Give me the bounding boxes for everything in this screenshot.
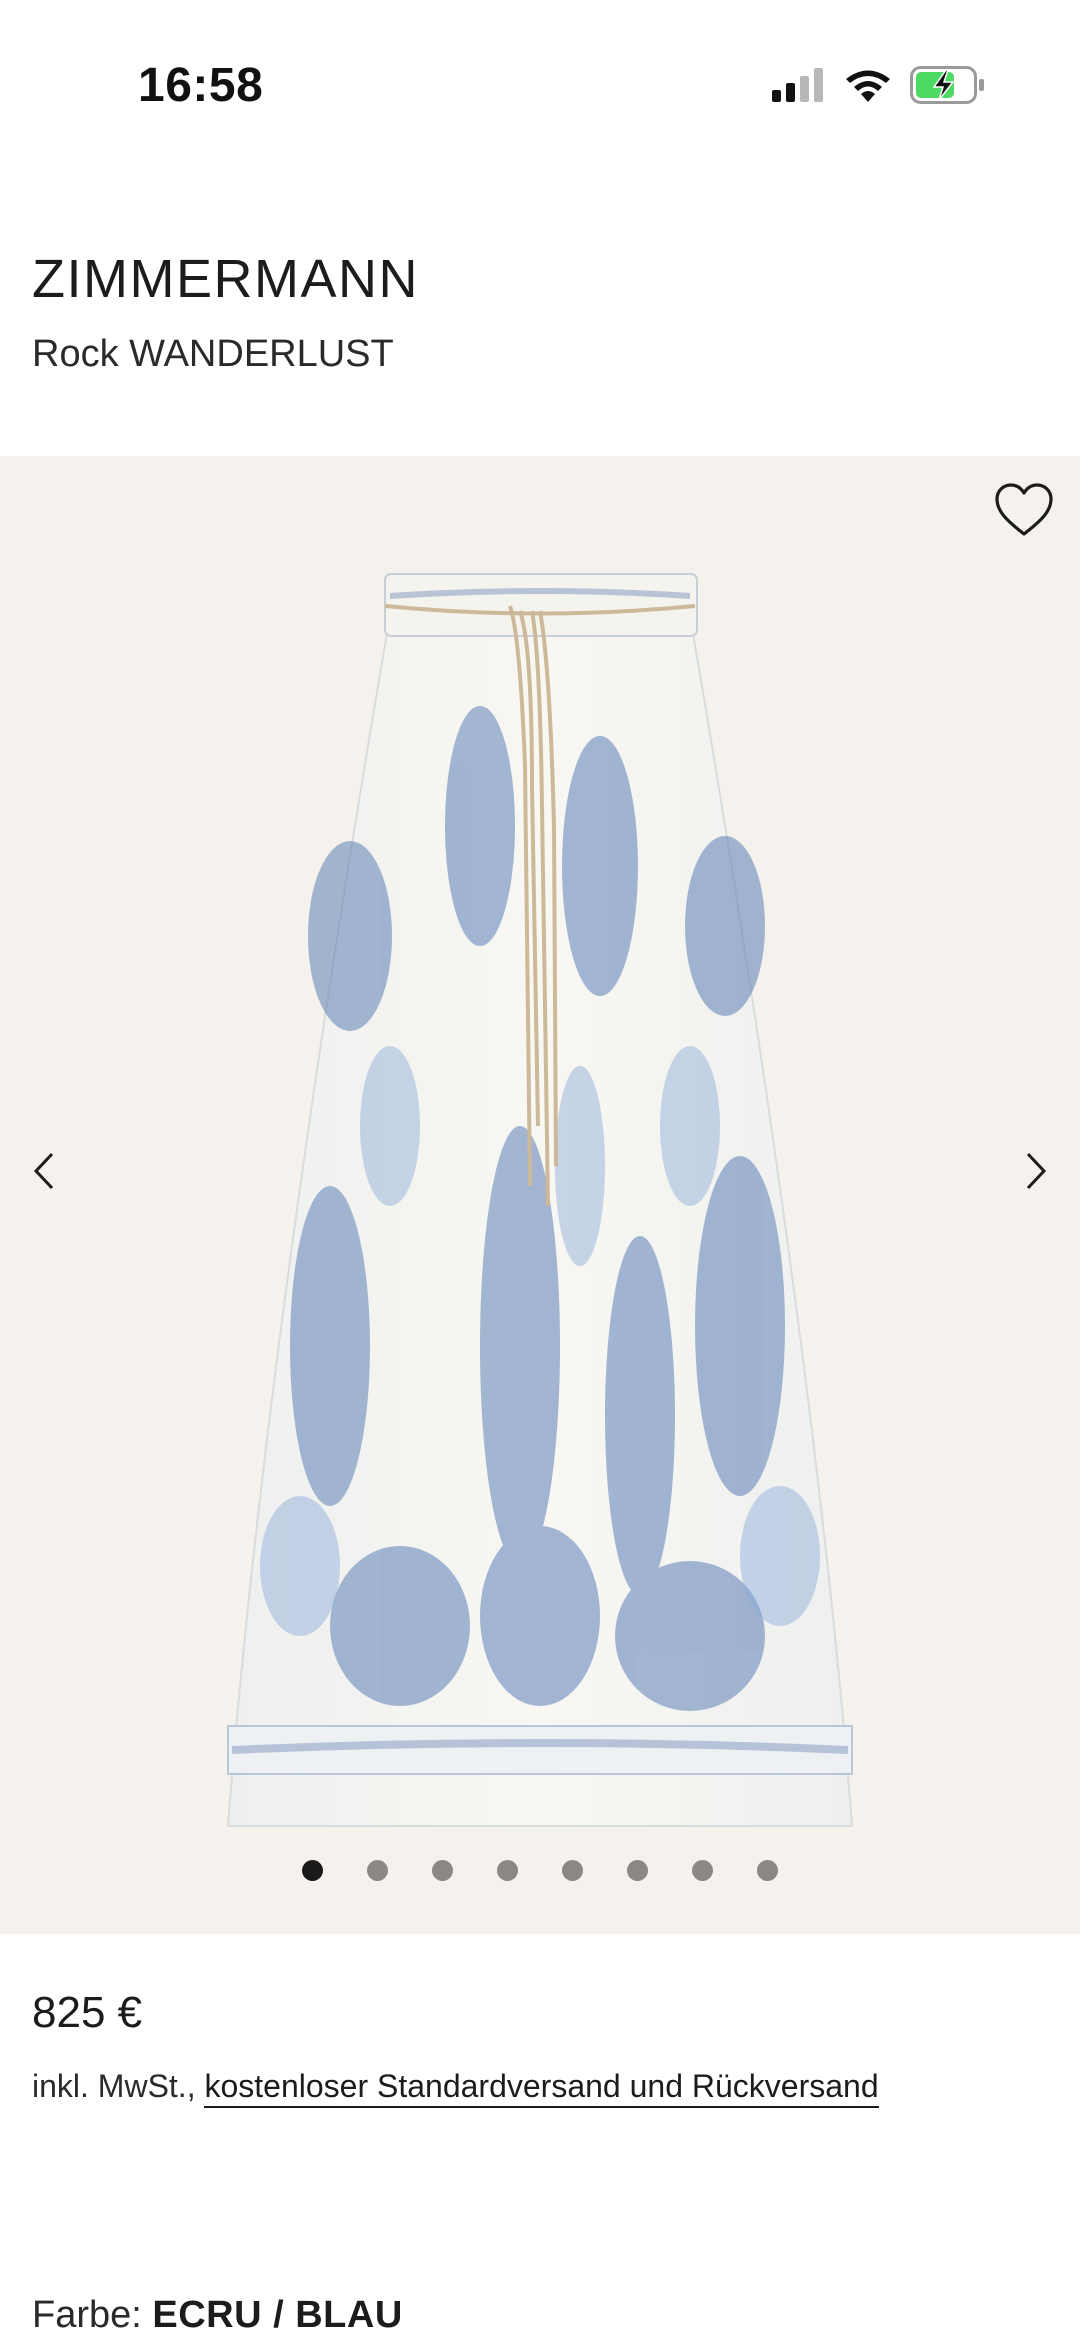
color-label: Farbe: bbox=[32, 2294, 153, 2336]
gallery-dot[interactable] bbox=[627, 1860, 648, 1881]
free-shipping-link[interactable]: kostenloser Standardversand und Rückvers… bbox=[204, 2068, 879, 2108]
gallery-dot[interactable] bbox=[432, 1860, 453, 1881]
signal-icon bbox=[772, 68, 823, 102]
product-gallery[interactable] bbox=[0, 456, 1080, 1934]
chevron-left-icon[interactable] bbox=[24, 1146, 64, 1196]
product-name: Rock WANDERLUST bbox=[32, 333, 394, 375]
color-value: ECRU / BLAU bbox=[152, 2294, 403, 2336]
shipping-info: inkl. MwSt., kostenloser Standardversand… bbox=[32, 2068, 879, 2108]
color-selector[interactable]: Farbe: ECRU / BLAU bbox=[32, 2294, 403, 2337]
brand-name[interactable]: ZIMMERMANN bbox=[32, 248, 419, 310]
wifi-icon bbox=[846, 70, 890, 102]
battery-charging-icon bbox=[910, 66, 984, 104]
gallery-dot[interactable] bbox=[757, 1860, 778, 1881]
heart-icon[interactable] bbox=[994, 482, 1054, 538]
gallery-dot[interactable] bbox=[562, 1860, 583, 1881]
gallery-dot[interactable] bbox=[302, 1860, 323, 1881]
tax-note: inkl. MwSt., bbox=[32, 2068, 205, 2104]
product-image-skirt bbox=[226, 573, 854, 1827]
chevron-right-icon[interactable] bbox=[1016, 1146, 1056, 1196]
gallery-dot[interactable] bbox=[367, 1860, 388, 1881]
status-time: 16:58 bbox=[138, 59, 264, 112]
product-price: 825 € bbox=[32, 1988, 143, 2037]
gallery-dot[interactable] bbox=[692, 1860, 713, 1881]
gallery-pagination bbox=[0, 1860, 1080, 1881]
status-icons bbox=[772, 66, 986, 104]
gallery-dot[interactable] bbox=[497, 1860, 518, 1881]
status-bar: 16:58 bbox=[0, 0, 1080, 170]
